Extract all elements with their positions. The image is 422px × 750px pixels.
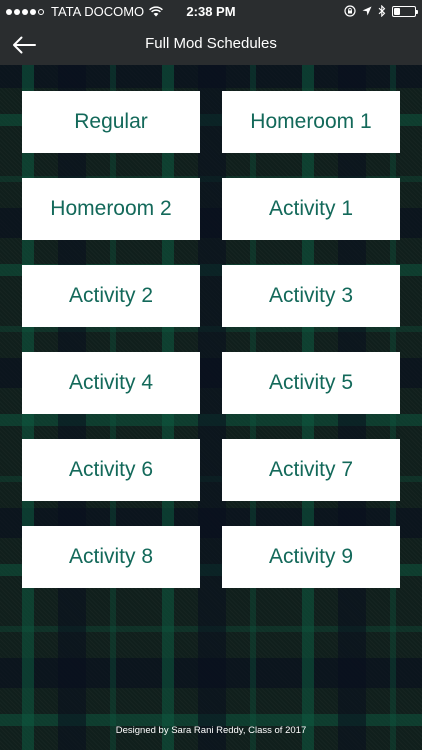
app-screen: TATA DOCOMO 2:38 PM Full Mod Schedules R… xyxy=(0,0,422,750)
page-title: Full Mod Schedules xyxy=(145,35,277,52)
location-arrow-icon xyxy=(362,6,372,16)
schedule-button-activity-3[interactable]: Activity 3 xyxy=(222,265,400,327)
schedule-button-activity-8[interactable]: Activity 8 xyxy=(22,526,200,588)
schedule-button-homeroom-1[interactable]: Homeroom 1 xyxy=(222,91,400,153)
schedule-button-activity-1[interactable]: Activity 1 xyxy=(222,178,400,240)
schedule-button-activity-2[interactable]: Activity 2 xyxy=(22,265,200,327)
navigation-bar: Full Mod Schedules xyxy=(0,24,422,65)
bluetooth-icon xyxy=(378,5,386,17)
schedule-button-activity-4[interactable]: Activity 4 xyxy=(22,352,200,414)
schedule-button-activity-7[interactable]: Activity 7 xyxy=(222,439,400,501)
schedule-button-homeroom-2[interactable]: Homeroom 2 xyxy=(22,178,200,240)
schedule-button-activity-5[interactable]: Activity 5 xyxy=(222,352,400,414)
lock-rotation-icon xyxy=(344,5,356,17)
designer-credit: Designed by Sara Rani Reddy, Class of 20… xyxy=(115,725,307,736)
schedule-grid: Regular Homeroom 1 Homeroom 2 Activity 1… xyxy=(22,91,400,588)
battery-level xyxy=(394,7,400,15)
status-bar: TATA DOCOMO 2:38 PM xyxy=(0,0,422,24)
battery-icon xyxy=(392,5,418,17)
status-right xyxy=(338,5,418,17)
schedule-button-regular[interactable]: Regular xyxy=(22,91,200,153)
schedule-button-activity-9[interactable]: Activity 9 xyxy=(222,526,400,588)
schedule-button-activity-6[interactable]: Activity 6 xyxy=(22,439,200,501)
